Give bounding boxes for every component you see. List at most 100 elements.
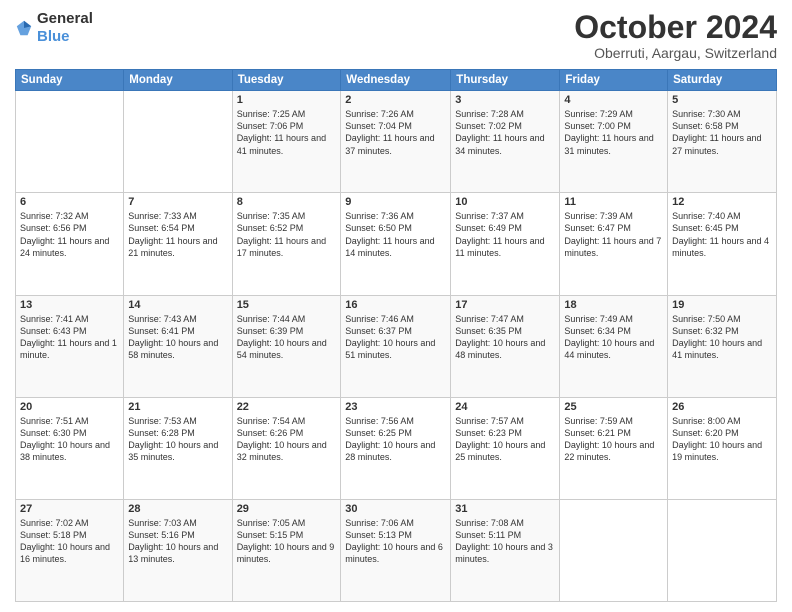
day-info: Sunrise: 7:51 AMSunset: 6:30 PMDaylight:…: [20, 415, 119, 464]
day-number: 31: [455, 503, 555, 515]
day-info: Sunrise: 7:06 AMSunset: 5:13 PMDaylight:…: [345, 517, 446, 566]
day-info: Sunrise: 7:43 AMSunset: 6:41 PMDaylight:…: [128, 313, 227, 362]
day-number: 7: [128, 196, 227, 208]
day-number: 17: [455, 299, 555, 311]
logo: General Blue: [15, 10, 93, 46]
title-block: October 2024 Oberruti, Aargau, Switzerla…: [574, 10, 777, 61]
day-cell: 20 Sunrise: 7:51 AMSunset: 6:30 PMDayligh…: [16, 397, 124, 499]
day-header-sunday: Sunday: [16, 70, 124, 91]
day-info: Sunrise: 7:53 AMSunset: 6:28 PMDaylight:…: [128, 415, 227, 464]
day-cell: 27Sunrise: 7:02 AMSunset: 5:18 PMDayligh…: [16, 499, 124, 601]
day-number: 8: [237, 196, 337, 208]
week-row-5: 27Sunrise: 7:02 AMSunset: 5:18 PMDayligh…: [16, 499, 777, 601]
day-info: Sunrise: 7:46 AMSunset: 6:37 PMDaylight:…: [345, 313, 446, 362]
day-number: 13: [20, 299, 119, 311]
day-number: 16: [345, 299, 446, 311]
day-info: Sunrise: 7:39 AMSunset: 6:47 PMDaylight:…: [564, 210, 663, 259]
day-cell: 15 Sunrise: 7:44 AMSunset: 6:39 PMDayligh…: [232, 295, 341, 397]
day-number: 15: [237, 299, 337, 311]
day-number: 4: [564, 94, 663, 106]
day-cell: 22Sunrise: 7:54 AMSunset: 6:26 PMDayligh…: [232, 397, 341, 499]
day-cell: 26 Sunrise: 8:00 AMSunset: 6:20 PMDayligh…: [668, 397, 777, 499]
day-cell: 19 Sunrise: 7:50 AMSunset: 6:32 PMDayligh…: [668, 295, 777, 397]
day-number: 30: [345, 503, 446, 515]
day-info: Sunrise: 7:36 AMSunset: 6:50 PMDaylight:…: [345, 210, 446, 259]
day-header-tuesday: Tuesday: [232, 70, 341, 91]
location: Oberruti, Aargau, Switzerland: [574, 45, 777, 61]
month-title: October 2024: [574, 10, 777, 45]
day-header-friday: Friday: [560, 70, 668, 91]
day-number: 28: [128, 503, 227, 515]
day-number: 12: [672, 196, 772, 208]
day-cell: 6Sunrise: 7:32 AMSunset: 6:56 PMDaylight…: [16, 193, 124, 295]
day-cell: [560, 499, 668, 601]
day-info: Sunrise: 7:57 AMSunset: 6:23 PMDaylight:…: [455, 415, 555, 464]
logo-icon: [15, 19, 33, 37]
day-info: Sunrise: 7:02 AMSunset: 5:18 PMDaylight:…: [20, 517, 119, 566]
day-cell: 10 Sunrise: 7:37 AMSunset: 6:49 PMDayligh…: [451, 193, 560, 295]
week-row-4: 20 Sunrise: 7:51 AMSunset: 6:30 PMDayligh…: [16, 397, 777, 499]
day-cell: 2 Sunrise: 7:26 AMSunset: 7:04 PMDaylight…: [341, 91, 451, 193]
day-number: 22: [237, 401, 337, 413]
calendar-table: SundayMondayTuesdayWednesdayThursdayFrid…: [15, 69, 777, 602]
day-info: Sunrise: 7:40 AMSunset: 6:45 PMDaylight:…: [672, 210, 772, 259]
day-number: 18: [564, 299, 663, 311]
day-cell: 25 Sunrise: 7:59 AMSunset: 6:21 PMDayligh…: [560, 397, 668, 499]
day-number: 23: [345, 401, 446, 413]
logo-general: General: [37, 10, 93, 27]
day-info: Sunrise: 7:29 AMSunset: 7:00 PMDaylight:…: [564, 108, 663, 157]
day-cell: 29Sunrise: 7:05 AMSunset: 5:15 PMDayligh…: [232, 499, 341, 601]
day-number: 25: [564, 401, 663, 413]
day-cell: 12 Sunrise: 7:40 AMSunset: 6:45 PMDayligh…: [668, 193, 777, 295]
day-cell: 9Sunrise: 7:36 AMSunset: 6:50 PMDaylight…: [341, 193, 451, 295]
day-header-wednesday: Wednesday: [341, 70, 451, 91]
day-info: Sunrise: 8:00 AMSunset: 6:20 PMDaylight:…: [672, 415, 772, 464]
day-number: 14: [128, 299, 227, 311]
day-cell: 21Sunrise: 7:53 AMSunset: 6:28 PMDayligh…: [124, 397, 232, 499]
day-info: Sunrise: 7:44 AMSunset: 6:39 PMDaylight:…: [237, 313, 337, 362]
day-number: 10: [455, 196, 555, 208]
day-cell: 7Sunrise: 7:33 AMSunset: 6:54 PMDaylight…: [124, 193, 232, 295]
logo-blue: Blue: [37, 28, 70, 45]
day-cell: [16, 91, 124, 193]
day-info: Sunrise: 7:08 AMSunset: 5:11 PMDaylight:…: [455, 517, 555, 566]
day-number: 2: [345, 94, 446, 106]
day-cell: 17 Sunrise: 7:47 AMSunset: 6:35 PMDayligh…: [451, 295, 560, 397]
day-number: 19: [672, 299, 772, 311]
day-cell: 14 Sunrise: 7:43 AMSunset: 6:41 PMDayligh…: [124, 295, 232, 397]
day-info: Sunrise: 7:35 AMSunset: 6:52 PMDaylight:…: [237, 210, 337, 259]
day-header-thursday: Thursday: [451, 70, 560, 91]
day-cell: 5Sunrise: 7:30 AMSunset: 6:58 PMDaylight…: [668, 91, 777, 193]
calendar-header-row: SundayMondayTuesdayWednesdayThursdayFrid…: [16, 70, 777, 91]
day-cell: 16 Sunrise: 7:46 AMSunset: 6:37 PMDayligh…: [341, 295, 451, 397]
day-info: Sunrise: 7:59 AMSunset: 6:21 PMDaylight:…: [564, 415, 663, 464]
day-info: Sunrise: 7:37 AMSunset: 6:49 PMDaylight:…: [455, 210, 555, 259]
day-info: Sunrise: 7:41 AMSunset: 6:43 PMDaylight:…: [20, 313, 119, 362]
day-cell: 24 Sunrise: 7:57 AMSunset: 6:23 PMDayligh…: [451, 397, 560, 499]
day-number: 20: [20, 401, 119, 413]
header: General Blue October 2024 Oberruti, Aarg…: [15, 10, 777, 61]
day-cell: 18Sunrise: 7:49 AMSunset: 6:34 PMDayligh…: [560, 295, 668, 397]
day-number: 5: [672, 94, 772, 106]
day-cell: 28Sunrise: 7:03 AMSunset: 5:16 PMDayligh…: [124, 499, 232, 601]
day-number: 26: [672, 401, 772, 413]
day-number: 24: [455, 401, 555, 413]
day-info: Sunrise: 7:05 AMSunset: 5:15 PMDaylight:…: [237, 517, 337, 566]
day-cell: [124, 91, 232, 193]
day-info: Sunrise: 7:50 AMSunset: 6:32 PMDaylight:…: [672, 313, 772, 362]
day-info: Sunrise: 7:32 AMSunset: 6:56 PMDaylight:…: [20, 210, 119, 259]
day-number: 1: [237, 94, 337, 106]
day-cell: 31 Sunrise: 7:08 AMSunset: 5:11 PMDayligh…: [451, 499, 560, 601]
day-info: Sunrise: 7:26 AMSunset: 7:04 PMDaylight:…: [345, 108, 446, 157]
day-cell: 11Sunrise: 7:39 AMSunset: 6:47 PMDayligh…: [560, 193, 668, 295]
day-cell: [668, 499, 777, 601]
day-info: Sunrise: 7:47 AMSunset: 6:35 PMDaylight:…: [455, 313, 555, 362]
day-info: Sunrise: 7:56 AMSunset: 6:25 PMDaylight:…: [345, 415, 446, 464]
day-info: Sunrise: 7:28 AMSunset: 7:02 PMDaylight:…: [455, 108, 555, 157]
week-row-1: 1Sunrise: 7:25 AMSunset: 7:06 PMDaylight…: [16, 91, 777, 193]
day-cell: 4 Sunrise: 7:29 AMSunset: 7:00 PMDaylight…: [560, 91, 668, 193]
day-header-saturday: Saturday: [668, 70, 777, 91]
day-cell: 13 Sunrise: 7:41 AMSunset: 6:43 PMDayligh…: [16, 295, 124, 397]
day-cell: 1Sunrise: 7:25 AMSunset: 7:06 PMDaylight…: [232, 91, 341, 193]
week-row-2: 6Sunrise: 7:32 AMSunset: 6:56 PMDaylight…: [16, 193, 777, 295]
